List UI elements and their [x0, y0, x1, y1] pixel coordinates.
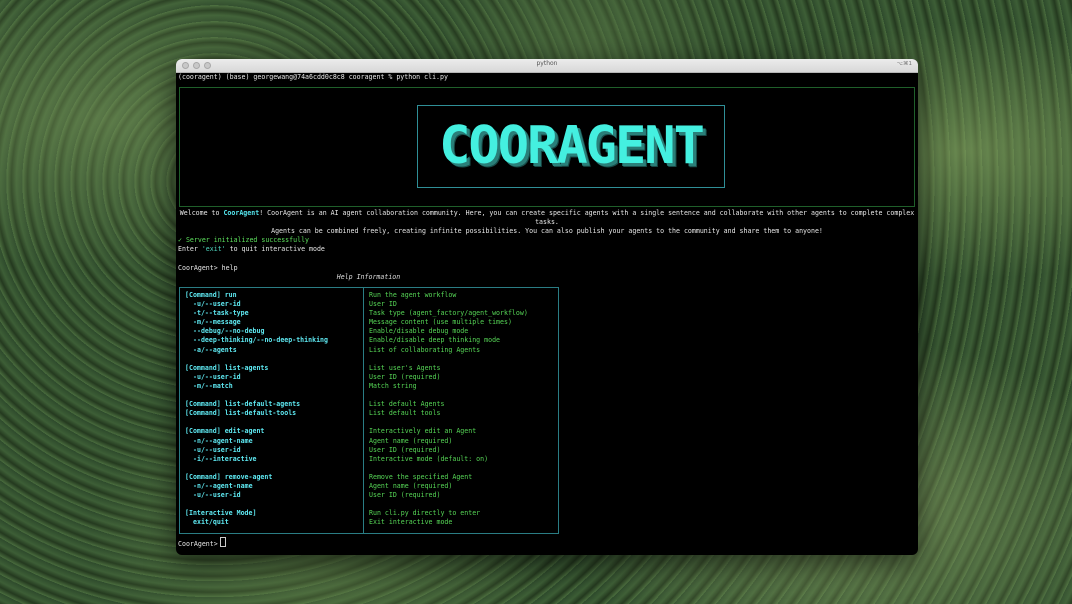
exit-hint-word: 'exit' [201, 245, 226, 253]
help-command-line: CoorAgent> help [178, 264, 238, 272]
help-description-cell: Message content (use multiple times) [369, 318, 512, 327]
exit-hint-prefix: Enter [178, 245, 202, 253]
help-description-cell: Agent name (required) [369, 436, 453, 445]
final-prompt-label: CoorAgent> [178, 540, 218, 548]
help-command-cell [185, 391, 328, 400]
help-title: Help Information [336, 273, 401, 281]
help-description-cell: Agent name (required) [369, 481, 453, 490]
help-command-cell: -u/--user-id [193, 300, 241, 309]
help-table: [Command] run -u/--user-id -t/--task-type -… [179, 287, 559, 534]
help-command-cell [185, 464, 328, 473]
help-description-cell: User ID (required) [369, 491, 441, 500]
help-description-cell: Exit interactive mode [369, 518, 453, 527]
banner-frame: COORAGENT [179, 87, 915, 207]
help-description-cell [369, 355, 528, 364]
help-command-cell: [Command] list-default-agents [185, 400, 301, 409]
help-command-cell [185, 418, 328, 427]
help-command-cell: [Interactive Mode] [185, 509, 257, 518]
help-description-cell: Remove the specified Agent [369, 472, 473, 481]
help-description-cell: Run cli.py directly to enter [369, 509, 481, 518]
cooragent-logo: COORAGENT [439, 116, 705, 176]
help-description-cell: Enable/disable debug mode [369, 327, 469, 336]
help-command-cell [185, 355, 328, 364]
help-description-cell: List default Agents [369, 400, 445, 409]
help-command-cell: -a/--agents [193, 345, 237, 354]
help-table-divider [363, 288, 364, 533]
help-description-cell: Match string [369, 381, 417, 390]
help-description-cell: List default tools [369, 409, 441, 418]
window-title: python [536, 60, 558, 67]
logo-frame: COORAGENT [417, 105, 725, 188]
help-description-cell [369, 500, 528, 509]
welcome-line2: Agents can be combined freely, creating … [271, 227, 823, 235]
help-command-cell: --deep-thinking/--no-deep-thinking [193, 336, 328, 345]
help-command-cell: -n/--agent-name [193, 481, 253, 490]
help-description-cell: List of collaborating Agents [369, 345, 481, 354]
title-bar: python ⌥⌘1 [176, 59, 918, 73]
help-description-cell: User ID (required) [369, 372, 441, 381]
shell-command-line: (cooragent) (base) georgewang@74a6cdd0c8… [178, 73, 448, 81]
help-description-cell: Run the agent workflow [369, 291, 457, 299]
help-command-cell: -m/--match [193, 381, 233, 390]
window-shortcut: ⌥⌘1 [896, 61, 912, 67]
help-description-cell [369, 418, 528, 427]
help-command-cell: [Command] remove-agent [185, 472, 273, 481]
help-command-cell [185, 500, 328, 509]
server-status: ✓ Server initialized successfully [178, 236, 310, 244]
help-command-cell: [Command] list-agents [185, 363, 269, 372]
terminal-output[interactable]: (cooragent) (base) georgewang@74a6cdd0c8… [176, 73, 918, 555]
welcome-prefix: Welcome to [179, 209, 224, 217]
help-command-cell: [Command] edit-agent [185, 427, 265, 436]
help-description-cell: User ID [369, 300, 397, 309]
help-description-cell [369, 464, 528, 473]
help-description-cell: List user's Agents [369, 363, 441, 372]
help-command-cell: [Command] run [185, 291, 237, 299]
help-command-cell: -u/--user-id [193, 445, 241, 454]
help-description-cell [369, 391, 528, 400]
help-description-cell: Enable/disable deep thinking mode [369, 336, 501, 345]
welcome-app-name: CoorAgent [223, 209, 260, 217]
help-command-cell: exit/quit [193, 518, 229, 527]
help-command-cell: -u/--user-id [193, 372, 241, 381]
exit-hint: Enter 'exit' to quit interactive mode [178, 245, 325, 254]
help-command-cell: -n/--agent-name [193, 436, 253, 445]
help-command-cell: -t/--task-type [193, 309, 249, 318]
final-prompt[interactable]: CoorAgent> [178, 537, 226, 549]
text-cursor [219, 537, 226, 547]
terminal-window: python ⌥⌘1 (cooragent) (base) georgewang… [176, 59, 918, 555]
help-description-cell: Task type (agent_factory/agent_workflow) [369, 309, 528, 318]
help-command-cell: -i/--interactive [193, 454, 257, 463]
exit-hint-suffix: to quit interactive mode [225, 245, 325, 253]
welcome-line1: ! CoorAgent is an AI agent collaboration… [259, 209, 918, 226]
help-command-cell: -u/--user-id [193, 491, 241, 500]
help-command-cell: --debug/--no-debug [193, 327, 265, 336]
help-description-cell: Interactively edit an Agent [369, 427, 477, 436]
help-command-cell: [Command] list-default-tools [185, 409, 297, 418]
help-description-column: Run the agent workflow User ID Task type (… [369, 291, 528, 527]
help-description-cell: User ID (required) [369, 445, 441, 454]
help-command-column: [Command] run -u/--user-id -t/--task-type -… [185, 291, 328, 527]
help-command-cell: -m/--message [193, 318, 241, 327]
help-description-cell: Interactive mode (default: on) [369, 454, 489, 463]
welcome-message: Welcome to CoorAgent! CoorAgent is an AI… [176, 209, 918, 236]
